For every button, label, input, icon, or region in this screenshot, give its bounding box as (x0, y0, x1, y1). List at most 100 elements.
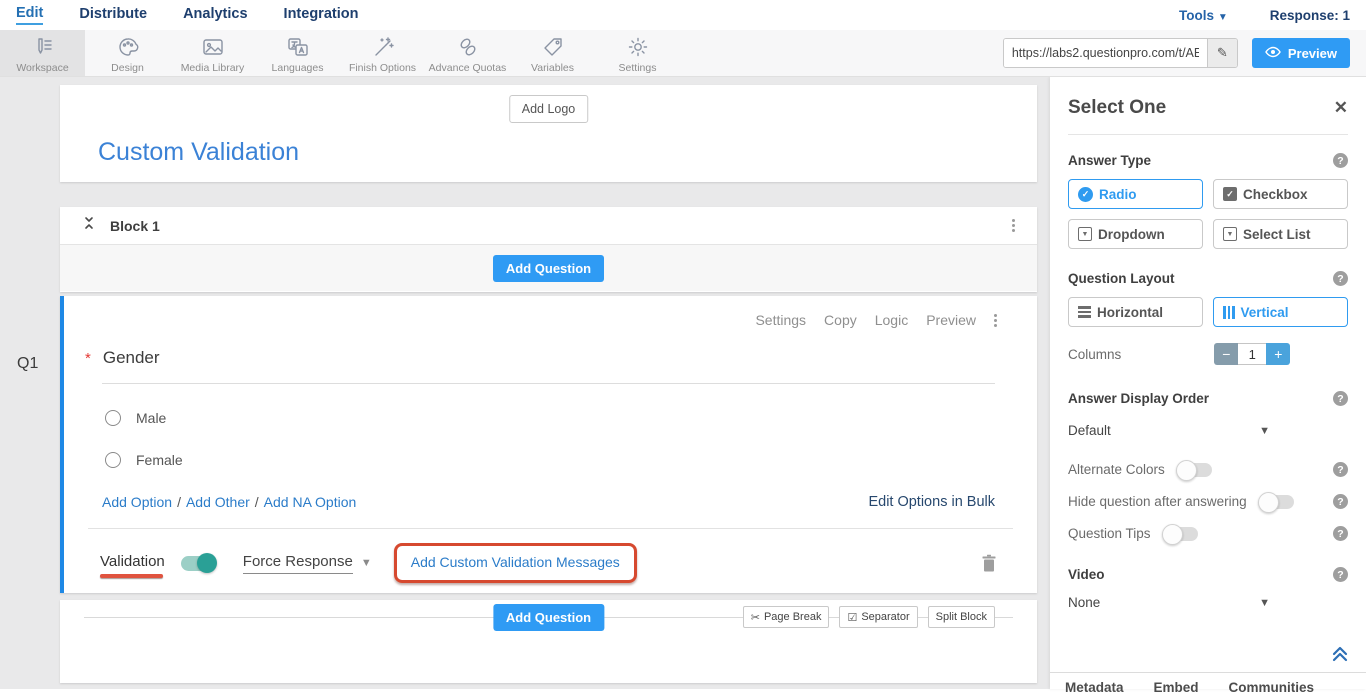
validation-label: Validation (100, 553, 165, 574)
chevron-down-icon: ▼ (1259, 597, 1270, 609)
answer-option-row: Female (105, 452, 1037, 468)
add-custom-validation-messages-link[interactable]: Add Custom Validation Messages (411, 554, 620, 570)
answer-type-select-list[interactable]: ▼ Select List (1213, 219, 1348, 249)
answer-type-dropdown[interactable]: ▼ Dropdown (1068, 219, 1203, 249)
question-preview-link[interactable]: Preview (926, 312, 976, 328)
tab-metadata[interactable]: Metadata (1065, 680, 1124, 695)
add-question-button-top[interactable]: Add Question (493, 255, 604, 282)
radio-button-female[interactable] (105, 452, 121, 468)
validation-toggle[interactable] (181, 556, 215, 571)
nav-edit[interactable]: Edit (16, 5, 43, 25)
toolbar-item-variables[interactable]: Variables (510, 30, 595, 76)
wand-icon (371, 35, 395, 59)
required-marker: * (85, 350, 91, 367)
chevron-down-icon: ▼ (1259, 425, 1270, 437)
chevron-down-icon: ▼ (1218, 12, 1228, 23)
force-response-dropdown[interactable]: Force Response ▼ (243, 553, 372, 574)
survey-url-group: ✎ (1003, 38, 1238, 68)
block-card: Block 1 Add Question (60, 207, 1037, 292)
vertical-bars-icon (1223, 306, 1235, 319)
separator-button[interactable]: ☑ Separator (839, 606, 917, 628)
add-logo-button[interactable]: Add Logo (509, 95, 589, 123)
question-tips-label: Question Tips (1068, 526, 1151, 541)
edit-url-icon[interactable]: ✎ (1207, 39, 1237, 67)
toolbar-item-languages[interactable]: Languages (255, 30, 340, 76)
toolbar-item-settings[interactable]: Settings (595, 30, 680, 76)
answer-type-radio[interactable]: ✓ Radio (1068, 179, 1203, 209)
help-icon[interactable]: ? (1333, 462, 1348, 477)
toolbar-item-workspace[interactable]: Workspace (0, 30, 85, 76)
tab-communities[interactable]: Communities (1229, 680, 1315, 695)
hide-question-toggle[interactable] (1260, 495, 1294, 509)
question-tips-toggle[interactable] (1164, 527, 1198, 541)
answer-display-order-select[interactable]: Default ▼ (1068, 423, 1348, 438)
nav-menu: Edit Distribute Analytics Integration (16, 5, 358, 25)
question-text[interactable]: Gender (103, 348, 160, 368)
question-divider (102, 383, 995, 384)
editor-toolbar: Workspace Design Media Library Languages… (0, 30, 1366, 77)
option-label[interactable]: Female (136, 452, 183, 468)
nav-analytics[interactable]: Analytics (183, 6, 247, 24)
toolbar-item-finish-options[interactable]: Finish Options (340, 30, 425, 76)
tab-embed[interactable]: Embed (1154, 680, 1199, 695)
scroll-to-top-icon[interactable] (1330, 643, 1350, 668)
increment-button[interactable]: + (1266, 343, 1290, 365)
video-select[interactable]: None ▼ (1068, 595, 1348, 610)
columns-label: Columns (1068, 347, 1121, 362)
help-icon[interactable]: ? (1333, 271, 1348, 286)
question-menu-icon[interactable] (994, 314, 997, 327)
answer-type-label: Answer Type (1068, 153, 1151, 168)
translate-icon (286, 35, 310, 59)
layout-vertical-button[interactable]: Vertical (1213, 297, 1348, 327)
workspace-icon (31, 35, 55, 59)
collapse-block-icon[interactable] (82, 215, 96, 236)
survey-url-input[interactable] (1004, 39, 1207, 67)
tools-menu[interactable]: Tools ▼ (1179, 8, 1228, 23)
answer-option-row: Male (105, 410, 1037, 426)
eye-icon (1265, 46, 1281, 61)
help-icon[interactable]: ? (1333, 526, 1348, 541)
annotation-highlight-box: Add Custom Validation Messages (394, 543, 637, 583)
preview-button[interactable]: Preview (1252, 38, 1350, 68)
chevron-down-icon: ▼ (361, 557, 372, 569)
columns-stepper: − 1 + (1214, 343, 1290, 365)
checkbox-check-icon: ✓ (1223, 187, 1237, 201)
add-other-link[interactable]: Add Other (186, 494, 250, 510)
page-break-button[interactable]: ✂ Page Break (743, 606, 830, 628)
option-label[interactable]: Male (136, 410, 166, 426)
answer-type-checkbox[interactable]: ✓ Checkbox (1213, 179, 1348, 209)
question-settings-link[interactable]: Settings (755, 312, 806, 328)
nav-distribute[interactable]: Distribute (79, 6, 147, 24)
radio-button-male[interactable] (105, 410, 121, 426)
help-icon[interactable]: ? (1333, 494, 1348, 509)
question-layout-label: Question Layout (1068, 271, 1175, 286)
radio-check-icon: ✓ (1078, 187, 1093, 202)
help-icon[interactable]: ? (1333, 391, 1348, 406)
question-logic-link[interactable]: Logic (875, 312, 908, 328)
edit-options-in-bulk-link[interactable]: Edit Options in Bulk (868, 494, 995, 510)
add-option-link[interactable]: Add Option (102, 494, 172, 510)
block-title[interactable]: Block 1 (110, 218, 160, 234)
question-copy-link[interactable]: Copy (824, 312, 857, 328)
split-block-button[interactable]: Split Block (928, 606, 995, 628)
select-list-icon: ▼ (1223, 227, 1237, 241)
toolbar-item-media-library[interactable]: Media Library (170, 30, 255, 76)
response-count[interactable]: Response: 1 (1270, 8, 1350, 23)
delete-question-icon[interactable] (981, 554, 997, 572)
block-menu-icon[interactable] (1012, 219, 1015, 232)
add-question-button-bottom[interactable]: Add Question (493, 604, 604, 631)
nav-integration[interactable]: Integration (284, 6, 359, 24)
help-icon[interactable]: ? (1333, 567, 1348, 582)
image-icon (201, 35, 225, 59)
layout-horizontal-button[interactable]: Horizontal (1068, 297, 1203, 327)
decrement-button[interactable]: − (1214, 343, 1238, 365)
close-icon[interactable]: ✕ (1334, 98, 1348, 118)
toolbar-item-advance-quotas[interactable]: Advance Quotas (425, 30, 510, 76)
add-na-option-link[interactable]: Add NA Option (264, 494, 357, 510)
panel-bottom-tabs: Metadata Embed Communities (1065, 680, 1314, 695)
help-icon[interactable]: ? (1333, 153, 1348, 168)
validation-row: Validation Force Response ▼ Add Custom V… (64, 529, 1037, 583)
alternate-colors-toggle[interactable] (1178, 463, 1212, 477)
toolbar-item-design[interactable]: Design (85, 30, 170, 76)
survey-title[interactable]: Custom Validation (98, 138, 299, 167)
